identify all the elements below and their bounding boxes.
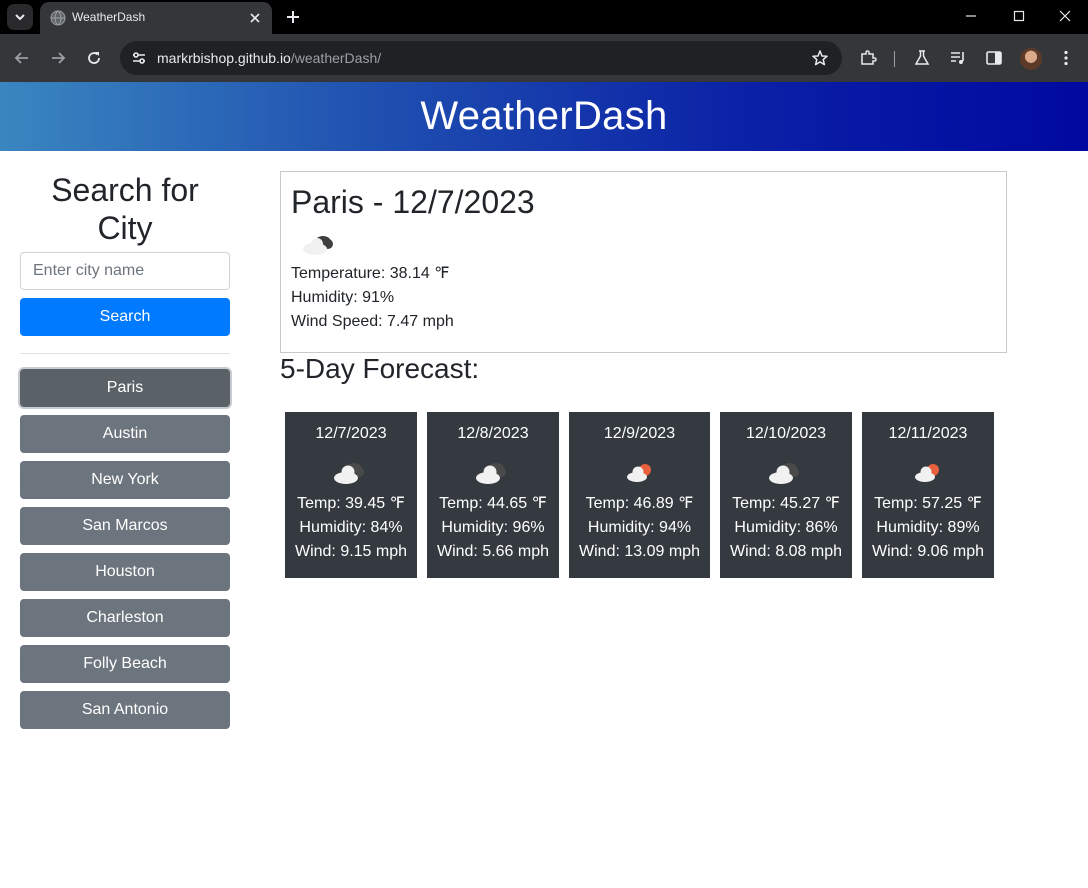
search-heading: Search for City <box>51 172 199 246</box>
cloudy-icon <box>334 463 364 484</box>
forecast-card: 12/9/2023 Temp: 46.89 ℉ Humidity: 94% Wind:… <box>569 412 710 578</box>
forecast-humidity: Humidity: 84% <box>299 519 403 536</box>
close-icon <box>1059 10 1071 22</box>
queue-music-icon <box>951 52 964 64</box>
minimize-icon <box>966 15 976 17</box>
forecast-temp: Temp: 57.25 ℉ <box>874 495 982 512</box>
history-city-button[interactable]: San Marcos <box>20 507 230 545</box>
media-controls-button[interactable] <box>948 48 968 68</box>
history-city-button[interactable]: Austin <box>20 415 230 453</box>
history-city-button[interactable]: New York <box>20 461 230 499</box>
maximize-icon <box>1013 10 1025 22</box>
labs-button[interactable] <box>912 48 932 68</box>
history-city-button[interactable]: Charleston <box>20 599 230 637</box>
forecast-wind: Wind: 8.08 mph <box>729 543 843 560</box>
tune-icon <box>133 52 145 64</box>
forecast-humidity: Humidity: 86% <box>734 519 838 536</box>
reload-icon <box>88 52 100 64</box>
forecast-temp: Temp: 46.89 ℉ <box>585 495 694 512</box>
minimize-button[interactable] <box>958 4 984 28</box>
maximize-button[interactable] <box>1006 4 1032 28</box>
browser-tab[interactable]: WeatherDash <box>40 2 272 34</box>
cloudy-icon <box>303 236 333 255</box>
forward-button[interactable] <box>46 46 70 70</box>
close-icon <box>250 13 260 23</box>
browser-menu-button[interactable] <box>1056 48 1076 68</box>
url-text[interactable]: markrbishop.github.io/weatherDash/ <box>157 50 381 66</box>
back-button[interactable] <box>10 46 34 70</box>
url-path: /weatherDash/ <box>290 50 382 66</box>
side-panel-icon <box>986 51 1002 65</box>
history-city-button[interactable]: Paris <box>20 369 230 407</box>
arrow-right-icon <box>52 52 66 64</box>
page-header: WeatherDash <box>0 82 1088 151</box>
arrow-left-icon <box>14 52 28 64</box>
url-host: markrbishop.github.io <box>157 50 291 66</box>
toolbar-separator <box>894 51 895 67</box>
forecast-wind: Wind: 9.15 mph <box>294 543 408 560</box>
history-city-button[interactable]: San Antonio <box>20 691 230 729</box>
browser-toolbar: markrbishop.github.io/weatherDash/ <box>0 34 1088 82</box>
extensions-button[interactable] <box>858 48 878 68</box>
forecast-humidity: Humidity: 96% <box>441 519 545 536</box>
star-icon <box>812 50 828 66</box>
tab-search-button[interactable] <box>7 4 33 30</box>
browser-tab-strip: WeatherDash <box>0 0 1088 34</box>
reload-button[interactable] <box>82 46 106 70</box>
sidebar-divider <box>20 353 230 354</box>
cloudy-icon <box>476 463 506 484</box>
forecast-humidity: Humidity: 94% <box>587 519 692 536</box>
history-city-button[interactable]: Houston <box>20 553 230 591</box>
forecast-date: 12/11/2023 <box>888 425 968 442</box>
forecast-date: 12/10/2023 <box>745 425 827 442</box>
forecast-date: 12/9/2023 <box>603 425 676 442</box>
forecast-card: 12/8/2023 Temp: 44.65 ℉ Humidity: 96% Wind:… <box>427 412 559 578</box>
plus-icon <box>287 11 299 23</box>
sun-cloud-icon <box>915 464 939 482</box>
forecast-wind: Wind: 13.09 mph <box>579 543 700 560</box>
forecast-wind: Wind: 9.06 mph <box>871 543 985 560</box>
site-info-button[interactable] <box>128 47 150 69</box>
more-vert-icon <box>1064 50 1068 66</box>
forecast-card: 12/11/2023 Temp: 57.25 ℉ Humidity: 89% Wind… <box>862 412 994 578</box>
search-sidebar: Search for City Search Paris Austin New Yo… <box>20 151 230 737</box>
city-search-input[interactable] <box>20 252 230 290</box>
forecast-date: 12/8/2023 <box>457 425 529 442</box>
current-weather-card: Paris - 12/7/2023 Temperature: 38.14 ℉ H… <box>280 171 1007 353</box>
forecast-humidity: Humidity: 89% <box>876 519 980 536</box>
flask-icon <box>914 50 930 65</box>
history-city-button[interactable]: Folly Beach <box>20 645 230 683</box>
puzzle-icon <box>861 50 877 65</box>
globe-icon <box>50 10 66 26</box>
current-humidity: Humidity: 91% <box>291 289 395 306</box>
page-title: WeatherDash <box>420 94 668 138</box>
cloudy-icon <box>769 463 799 484</box>
tab-title: WeatherDash <box>72 10 146 24</box>
forecast-card: 12/7/2023 Temp: 39.45 ℉ Humidity: 84% Wind:… <box>285 412 417 578</box>
current-temperature: Temperature: 38.14 ℉ <box>291 265 450 282</box>
forecast-temp: Temp: 45.27 ℉ <box>732 495 840 512</box>
search-button[interactable]: Search <box>20 298 230 336</box>
current-wind: Wind Speed: 7.47 mph <box>291 313 454 330</box>
forecast-wind: Wind: 5.66 mph <box>436 543 550 560</box>
bookmark-button[interactable] <box>810 48 830 68</box>
tab-close-button[interactable] <box>246 9 264 27</box>
search-history-list: Paris Austin New York San Marcos Houston Char… <box>20 369 230 729</box>
side-panel-button[interactable] <box>984 48 1004 68</box>
forecast-card: 12/10/2023 Temp: 45.27 ℉ Humidity: 86% Wind… <box>720 412 852 578</box>
current-weather-title: Paris - 12/7/2023 <box>291 184 535 220</box>
forecast-temp: Temp: 44.65 ℉ <box>439 495 547 512</box>
chevron-down-icon <box>15 14 25 21</box>
address-bar[interactable]: markrbishop.github.io/weatherDash/ <box>120 41 842 75</box>
forecast-temp: Temp: 39.45 ℉ <box>297 495 405 512</box>
sun-cloud-icon <box>626 464 651 482</box>
new-tab-button[interactable] <box>282 6 304 28</box>
forecast-date: 12/7/2023 <box>315 425 387 442</box>
profile-avatar[interactable] <box>1020 48 1042 70</box>
forecast-heading: 5-Day Forecast: <box>280 353 480 384</box>
window-close-button[interactable] <box>1052 4 1078 28</box>
